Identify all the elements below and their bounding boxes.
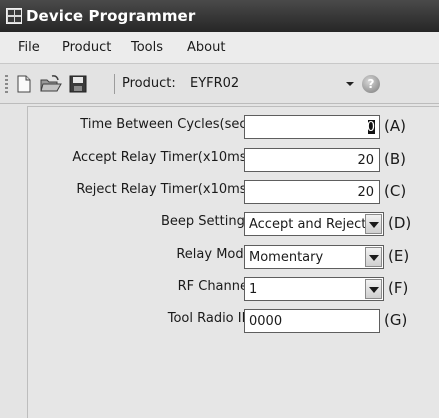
new-file-icon[interactable] [14,74,34,94]
settings-panel: Time Between Cycles(sec): 0 (A) Accept R… [27,106,439,418]
accept-relay-timer-value: 20 [357,153,374,168]
time-between-cycles-label: Time Between Cycles(sec): [80,117,256,132]
accept-relay-timer-label: Accept Relay Timer(x10ms): [72,150,256,165]
reject-relay-timer-label: Reject Relay Timer(x10ms): [76,182,256,197]
title-bar: Device Programmer [0,0,439,32]
tag-g: (G) [384,311,408,329]
beep-settings-select[interactable]: Accept and Reject [244,212,384,236]
product-label: Product: [122,76,176,91]
relay-mode-select[interactable]: Momentary [244,245,384,269]
tag-f: (F) [388,279,409,297]
device-programmer-window: Device Programmer File Product Tools Abo… [0,0,439,418]
chevron-down-icon[interactable] [365,247,382,267]
save-disk-icon[interactable] [68,74,88,94]
beep-settings-label: Beep Settings: [161,214,256,229]
window-title: Device Programmer [26,7,196,25]
chevron-down-icon[interactable] [346,82,354,86]
product-combo[interactable]: EYFR02 [186,73,364,95]
tool-radio-id-value: 0000 [249,314,283,329]
time-between-cycles-input[interactable]: 0 [244,115,380,139]
accept-relay-timer-input[interactable]: 20 [244,148,380,172]
beep-settings-value: Accept and Reject [249,217,367,232]
tag-e: (E) [388,247,410,265]
tag-d: (D) [388,214,412,232]
rf-channel-value: 1 [249,282,258,297]
open-folder-icon[interactable] [40,74,62,94]
relay-mode-value: Momentary [249,250,324,265]
chevron-down-icon[interactable] [365,279,382,299]
reject-relay-timer-input[interactable]: 20 [244,180,380,204]
rf-channel-select[interactable]: 1 [244,277,384,301]
toolbar-grip[interactable] [5,75,8,93]
tag-a: (A) [384,117,406,135]
menu-tools[interactable]: Tools [131,40,163,55]
menu-file[interactable]: File [18,40,40,55]
product-combo-value: EYFR02 [190,76,240,91]
menu-product[interactable]: Product [62,40,111,55]
chevron-down-icon[interactable] [365,214,382,234]
tool-radio-id-label: Tool Radio ID: [167,311,256,326]
app-icon [6,8,22,24]
tool-radio-id-input[interactable]: 0000 [244,309,380,333]
toolbar: Product: EYFR02 ? [0,64,439,104]
reject-relay-timer-value: 20 [357,185,374,200]
tag-c: (C) [384,182,407,200]
tag-b: (B) [384,150,406,168]
time-between-cycles-value: 0 [366,120,375,135]
menu-about[interactable]: About [187,40,225,55]
menu-bar: File Product Tools About [0,32,439,64]
toolbar-separator [114,74,115,94]
help-icon[interactable]: ? [362,75,380,93]
